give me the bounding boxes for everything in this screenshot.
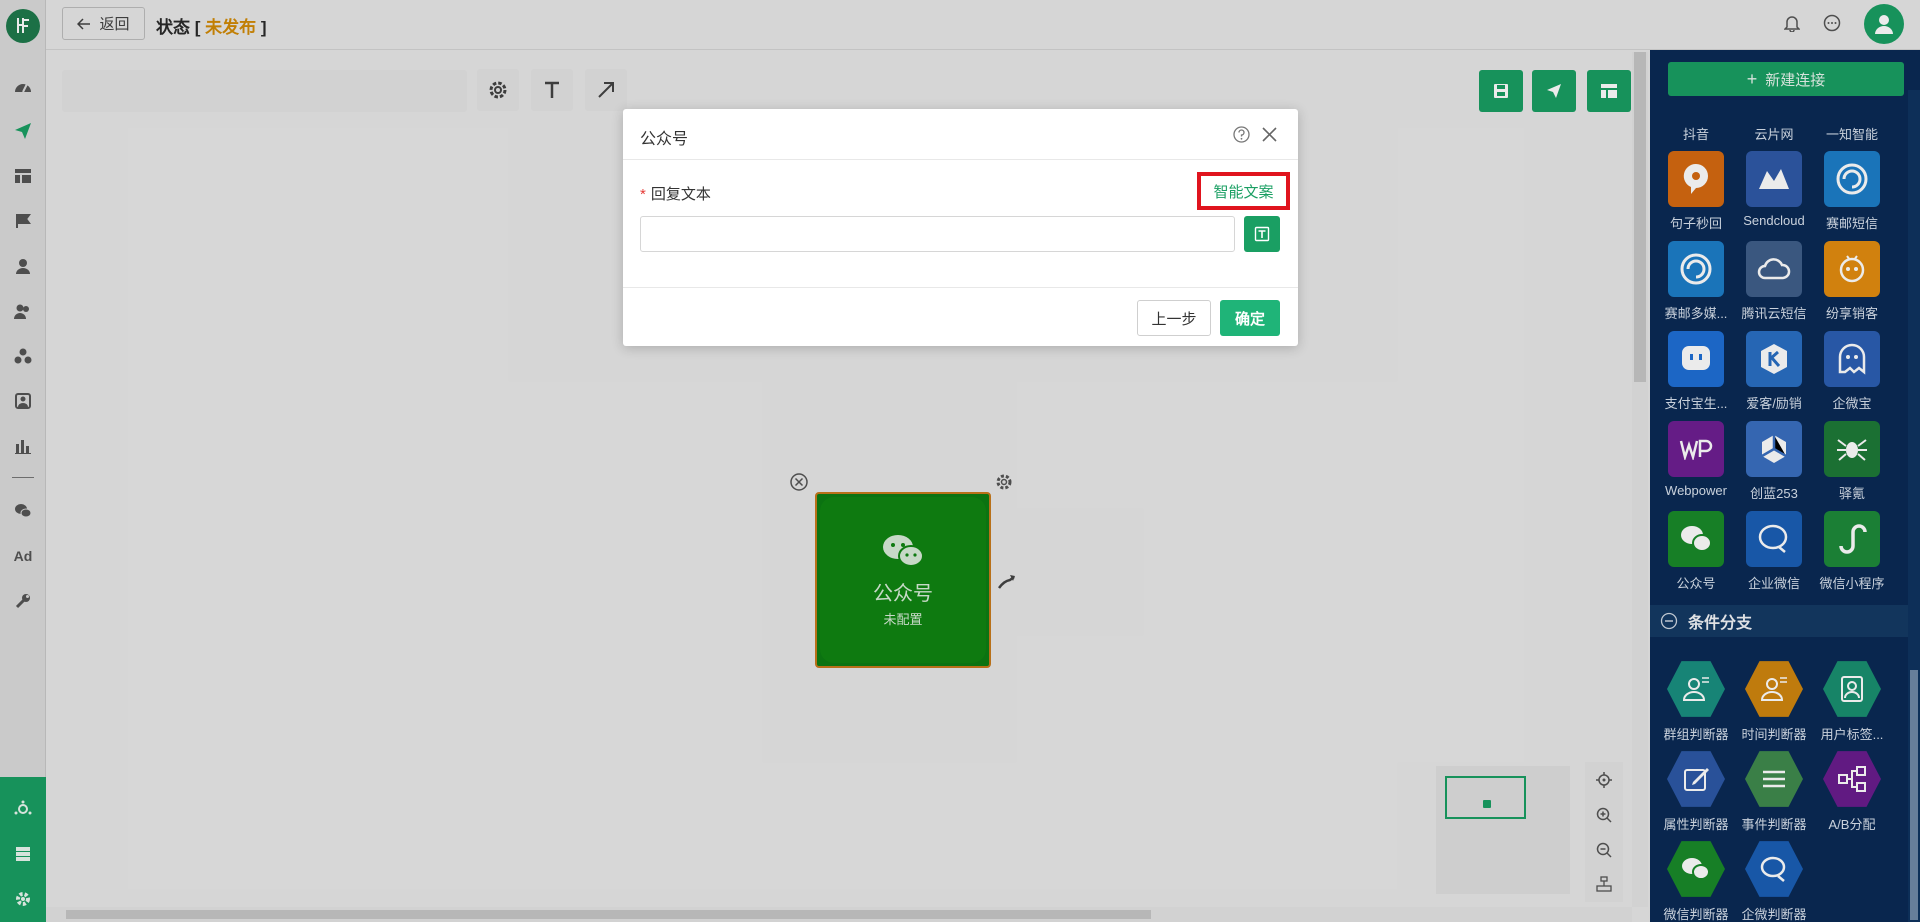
close-icon[interactable]: [1261, 126, 1278, 143]
reply-text-input[interactable]: [640, 216, 1235, 252]
wechat-official-dialog: 公众号 * 回复文本 智能文案 上一步 确定: [623, 109, 1298, 346]
insert-template-button[interactable]: [1244, 216, 1280, 252]
reply-text-label-text: 回复文本: [650, 186, 711, 203]
reply-text-label: * 回复文本: [640, 183, 711, 204]
dialog-title: 公众号: [640, 131, 689, 148]
help-icon[interactable]: [1233, 126, 1250, 143]
text-box-icon: [1254, 226, 1270, 242]
required-mark: *: [640, 186, 646, 203]
confirm-button[interactable]: 确定: [1220, 300, 1280, 336]
dialog-header: 公众号: [623, 109, 1298, 160]
dialog-footer-divider: [623, 287, 1298, 288]
previous-step-button[interactable]: 上一步: [1137, 300, 1211, 336]
smart-copy-link[interactable]: 智能文案: [1197, 172, 1290, 210]
